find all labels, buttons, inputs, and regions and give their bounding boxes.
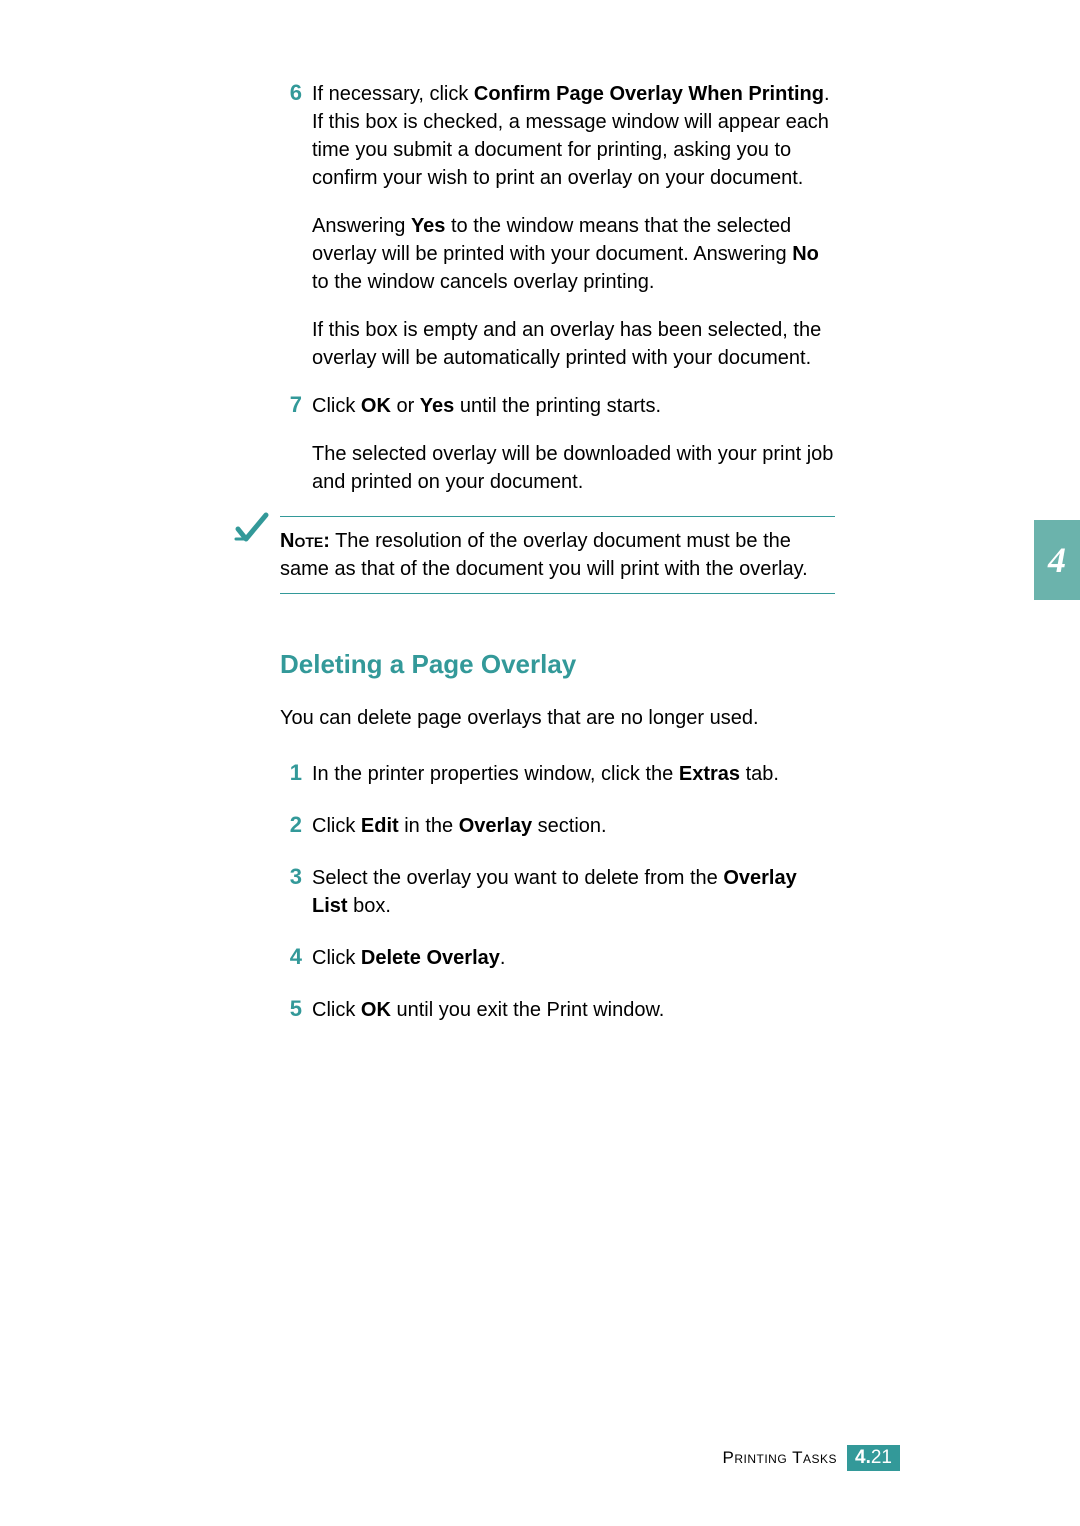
step-paragraph: If necessary, click Confirm Page Overlay… — [312, 80, 835, 192]
bold-text: Yes — [420, 395, 454, 417]
page-number-box: 4.21 — [847, 1445, 900, 1471]
text-run: The selected overlay will be downloaded … — [312, 443, 833, 493]
checkmark-icon — [232, 509, 272, 549]
step: 2Click Edit in the Overlay section. — [280, 812, 835, 840]
step: 7Click OK or Yes until the printing star… — [280, 392, 835, 496]
footer-title: Printing Tasks — [723, 1448, 838, 1468]
text-run: Click — [312, 815, 361, 837]
page-content: 6If necessary, click Confirm Page Overla… — [280, 80, 835, 1048]
bold-text: Extras — [679, 763, 740, 785]
text-run: until you exit the Print window. — [391, 999, 664, 1021]
step-number: 1 — [280, 760, 308, 788]
step-body: In the printer properties window, click … — [308, 760, 835, 788]
step-paragraph: Click OK or Yes until the printing start… — [312, 392, 835, 420]
step: 6If necessary, click Confirm Page Overla… — [280, 80, 835, 372]
step-number: 7 — [280, 392, 308, 496]
page-footer: Printing Tasks 4.21 — [723, 1445, 901, 1471]
note-text: Note: The resolution of the overlay docu… — [280, 530, 808, 580]
text-run: box. — [348, 895, 391, 917]
step-body: Click Edit in the Overlay section. — [308, 812, 835, 840]
step-paragraph: If this box is empty and an overlay has … — [312, 316, 835, 372]
step-number: 5 — [280, 996, 308, 1024]
step-number: 3 — [280, 864, 308, 920]
text-run: Click — [312, 947, 361, 969]
text-run: If necessary, click — [312, 83, 474, 105]
step-number: 4 — [280, 944, 308, 972]
bold-text: Overlay — [459, 815, 532, 837]
steps-continued: 6If necessary, click Confirm Page Overla… — [280, 80, 835, 496]
bold-text: OK — [361, 999, 391, 1021]
text-run: In the printer properties window, click … — [312, 763, 679, 785]
text-run: . — [500, 947, 506, 969]
text-run: Click — [312, 999, 361, 1021]
text-run: Select the overlay you want to delete fr… — [312, 867, 723, 889]
text-run: Click — [312, 395, 361, 417]
note-block: Note: The resolution of the overlay docu… — [280, 516, 835, 594]
step: 5Click OK until you exit the Print windo… — [280, 996, 835, 1024]
deleting-overlay-section: Deleting a Page Overlay You can delete p… — [280, 649, 835, 1024]
step-number: 2 — [280, 812, 308, 840]
bold-text: Confirm Page Overlay When Printing — [474, 83, 824, 105]
text-run: Answering — [312, 215, 411, 237]
note-label: Note: — [280, 530, 330, 552]
note-body: The resolution of the overlay document m… — [280, 530, 808, 580]
step: 3Select the overlay you want to delete f… — [280, 864, 835, 920]
section-heading: Deleting a Page Overlay — [280, 649, 835, 680]
step-body: Click OK until you exit the Print window… — [308, 996, 835, 1024]
text-run: or — [391, 395, 420, 417]
bold-text: Edit — [361, 815, 399, 837]
chapter-tab: 4 — [1034, 520, 1080, 600]
step: 1In the printer properties window, click… — [280, 760, 835, 788]
page-number: 21 — [871, 1447, 892, 1468]
bold-text: No — [792, 243, 819, 265]
deleting-steps-list: 1In the printer properties window, click… — [280, 760, 835, 1024]
text-run: tab. — [740, 763, 779, 785]
step-paragraph: The selected overlay will be downloaded … — [312, 440, 835, 496]
step-paragraph: Click OK until you exit the Print window… — [312, 996, 835, 1024]
text-run: If this box is empty and an overlay has … — [312, 319, 821, 369]
step-body: If necessary, click Confirm Page Overlay… — [308, 80, 835, 372]
step-body: Click Delete Overlay. — [308, 944, 835, 972]
text-run: section. — [532, 815, 606, 837]
section-intro: You can delete page overlays that are no… — [280, 704, 835, 732]
page-chapter: 4. — [855, 1447, 871, 1468]
text-run: in the — [399, 815, 459, 837]
step-number: 6 — [280, 80, 308, 372]
bold-text: Yes — [411, 215, 445, 237]
step: 4Click Delete Overlay. — [280, 944, 835, 972]
step-paragraph: Select the overlay you want to delete fr… — [312, 864, 835, 920]
step-paragraph: Click Delete Overlay. — [312, 944, 835, 972]
step-paragraph: Answering Yes to the window means that t… — [312, 212, 835, 296]
step-body: Select the overlay you want to delete fr… — [308, 864, 835, 920]
text-run: until the printing starts. — [454, 395, 661, 417]
step-body: Click OK or Yes until the printing start… — [308, 392, 835, 496]
bold-text: OK — [361, 395, 391, 417]
text-run: to the window cancels overlay printing. — [312, 271, 654, 293]
step-paragraph: Click Edit in the Overlay section. — [312, 812, 835, 840]
bold-text: Delete Overlay — [361, 947, 500, 969]
step-paragraph: In the printer properties window, click … — [312, 760, 835, 788]
